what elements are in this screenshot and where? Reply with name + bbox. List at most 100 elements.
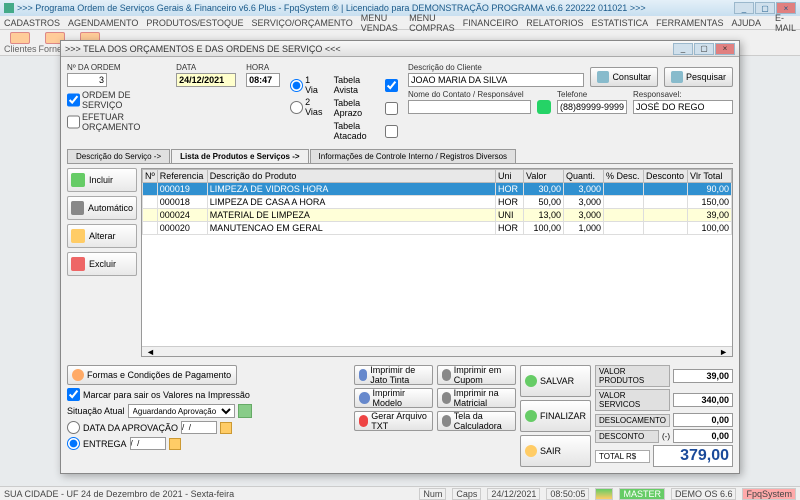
alterar-button[interactable]: Alterar xyxy=(67,224,137,248)
status-num: Num xyxy=(419,488,446,500)
radio-entrega[interactable] xyxy=(67,437,80,450)
cal2-icon[interactable] xyxy=(169,438,181,450)
menu-servico[interactable]: SERVIÇO/ORÇAMENTO xyxy=(252,18,353,28)
menu-produtos[interactable]: PRODUTOS/ESTOQUE xyxy=(146,18,243,28)
menu-relatorios[interactable]: RELATORIOS xyxy=(526,18,583,28)
valor-servicos: 340,00 xyxy=(673,393,733,407)
sair-button[interactable]: SAIR xyxy=(520,435,591,467)
minimize-button[interactable]: _ xyxy=(734,2,754,14)
incluir-button[interactable]: Incluir xyxy=(67,168,137,192)
data-aprov-input[interactable] xyxy=(181,421,217,434)
excluir-button[interactable]: Excluir xyxy=(67,252,137,276)
contato-input[interactable] xyxy=(408,100,531,114)
pesquisar-button[interactable]: Pesquisar xyxy=(664,67,733,87)
chk-marcar-valores[interactable]: Marcar para sair os Valores na Impressão xyxy=(67,388,350,401)
menu-ferramentas[interactable]: FERRAMENTAS xyxy=(656,18,723,28)
menu-cadastros[interactable]: CADASTROS xyxy=(4,18,60,28)
calculadora-button[interactable]: Tela da Calculadora xyxy=(437,411,516,431)
tab-descricao[interactable]: Descrição do Serviço -> xyxy=(67,149,170,163)
maximize-button[interactable]: ▢ xyxy=(755,2,775,14)
tabs: Descrição do Serviço -> Lista de Produto… xyxy=(67,149,733,164)
radio-data-aprov[interactable] xyxy=(67,421,80,434)
chk-tabela-avista[interactable]: Tabela Avista xyxy=(334,75,398,95)
col-pdesc[interactable]: % Desc. xyxy=(604,170,644,183)
status-master: MASTER xyxy=(619,488,665,500)
salvar-button[interactable]: SALVAR xyxy=(520,365,591,397)
ordem-input[interactable] xyxy=(67,73,107,87)
tab-lista-produtos[interactable]: Lista de Produtos e Serviços -> xyxy=(171,149,308,163)
responsavel-label: Responsavel: xyxy=(633,90,733,99)
situacao-label: Situação Atual xyxy=(67,406,125,416)
tab-controle-interno[interactable]: Informações de Controle Interno / Regist… xyxy=(310,149,517,163)
grid-scrollbar[interactable]: ◄► xyxy=(142,346,732,356)
menu-agendamento[interactable]: AGENDAMENTO xyxy=(68,18,138,28)
col-desconto[interactable]: Desconto xyxy=(644,170,688,183)
col-desc[interactable]: Descrição do Produto xyxy=(207,170,495,183)
col-valor[interactable]: Valor xyxy=(524,170,564,183)
col-n[interactable]: Nº xyxy=(143,170,158,183)
dlg-maximize[interactable]: ▢ xyxy=(694,43,714,55)
menu-estatistica[interactable]: ESTATISTICA xyxy=(591,18,648,28)
finalizar-button[interactable]: FINALIZAR xyxy=(520,400,591,432)
products-grid[interactable]: Nº Referencia Descrição do Produto Uni V… xyxy=(141,168,733,357)
radio-2vias[interactable]: 2 Vias xyxy=(290,97,324,117)
calculator-icon xyxy=(442,415,451,427)
col-quant[interactable]: Quanti. xyxy=(564,170,604,183)
chk-ordem-servico[interactable]: ORDEM DE SERVIÇO xyxy=(67,90,166,110)
status-left: SUA CIDADE - UF 24 de Dezembro de 2021 -… xyxy=(4,489,234,499)
table-row[interactable]: 000018LIMPEZA DE CASA A HORAHOR50,003,00… xyxy=(143,196,732,209)
save-icon xyxy=(525,375,537,387)
statusbar: SUA CIDADE - UF 24 de Dezembro de 2021 -… xyxy=(0,486,800,500)
col-total[interactable]: Vlr Total xyxy=(688,170,732,183)
desc-cliente-input[interactable] xyxy=(408,73,584,87)
hora-input[interactable] xyxy=(246,73,280,87)
consultar-button[interactable]: Consultar xyxy=(590,67,658,87)
entrega-input[interactable] xyxy=(130,437,166,450)
table-row[interactable]: 000020MANUTENCAO EM GERALHOR100,001,0001… xyxy=(143,222,732,235)
edit-icon xyxy=(71,229,85,243)
toolbar-clientes[interactable]: Clientes xyxy=(4,32,37,54)
gerar-txt-button[interactable]: Gerar Arquivo TXT xyxy=(354,411,433,431)
formas-pagamento-button[interactable]: Formas e Condições de Pagamento xyxy=(67,365,237,385)
automatico-button[interactable]: Automático xyxy=(67,196,137,220)
search-icon xyxy=(597,71,609,83)
chk-tabela-aprazo[interactable]: Tabela Aprazo xyxy=(334,98,398,118)
radio-1via[interactable]: 1 Via xyxy=(290,75,324,95)
menu-ajuda[interactable]: AJUDA xyxy=(731,18,761,28)
responsavel-input[interactable] xyxy=(633,100,733,114)
situacao-select[interactable]: Aguardando Aprovação xyxy=(128,404,235,418)
table-row[interactable]: 000019LIMPEZA DE VIDROS HORAHOR30,003,00… xyxy=(143,183,732,196)
check-icon xyxy=(525,410,537,422)
dotprinter-icon xyxy=(442,392,451,404)
imprimir-matricial-button[interactable]: Imprimir na Matricial xyxy=(437,388,516,408)
dlg-close[interactable]: × xyxy=(715,43,735,55)
data-input[interactable] xyxy=(176,73,236,87)
doc-icon xyxy=(359,392,369,404)
status-flag xyxy=(595,488,613,500)
deslocamento-label: DESLOCAMENTO xyxy=(595,414,670,427)
data-label: DATA xyxy=(176,63,236,72)
imprimir-modelo-button[interactable]: Imprimir Modelo xyxy=(354,388,433,408)
barcode-icon xyxy=(71,201,84,215)
dlg-minimize[interactable]: _ xyxy=(673,43,693,55)
table-row[interactable]: 000024MATERIAL DE LIMPEZAUNI13,003,00039… xyxy=(143,209,732,222)
menu-financeiro[interactable]: FINANCEIRO xyxy=(463,18,519,28)
situacao-icon[interactable] xyxy=(238,404,252,418)
col-ref[interactable]: Referencia xyxy=(157,170,207,183)
cal1-icon[interactable] xyxy=(220,422,232,434)
hora-label: HORA xyxy=(246,63,280,72)
col-uni[interactable]: Uni xyxy=(496,170,524,183)
menu-email[interactable]: E-MAIL xyxy=(775,13,796,33)
telefone-input[interactable] xyxy=(557,100,627,114)
imprimir-jato-button[interactable]: Imprimir de Jato Tinta xyxy=(354,365,433,385)
whatsapp-icon[interactable] xyxy=(537,100,551,114)
menu-vendas[interactable]: MENU VENDAS xyxy=(361,13,401,33)
printer-icon xyxy=(359,369,367,381)
valor-servicos-label: VALOR SERVICOS xyxy=(595,389,670,411)
menu-compras[interactable]: MENU COMPRAS xyxy=(409,13,455,33)
imprimir-cupom-button[interactable]: Imprimir em Cupom xyxy=(437,365,516,385)
chk-efetuar-orcamento[interactable]: EFETUAR ORÇAMENTO xyxy=(67,112,166,132)
status-time: 08:50:05 xyxy=(546,488,589,500)
plus-icon xyxy=(71,173,85,187)
chk-tabela-atacado[interactable]: Tabela Atacado xyxy=(334,121,398,141)
